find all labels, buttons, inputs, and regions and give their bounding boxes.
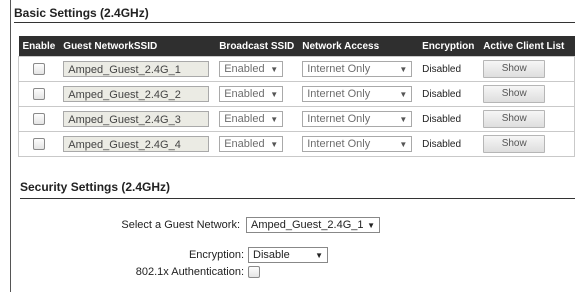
encryption-status: Disabled — [422, 64, 462, 75]
broadcast-ssid-select[interactable]: Enabled ▼ — [219, 86, 284, 102]
network-access-value: Internet Only — [307, 113, 371, 125]
network-access-value: Internet Only — [307, 88, 371, 100]
chevron-down-icon: ▼ — [315, 250, 323, 260]
col-header-access: Network Access — [298, 36, 419, 57]
col-header-encryption: Encryption — [418, 36, 480, 57]
enable-checkbox[interactable] — [33, 113, 46, 126]
select-guest-network-label: Select a Guest Network: — [121, 219, 240, 231]
ssid-field[interactable]: Amped_Guest_2.4G_2 — [63, 86, 210, 102]
guest-network-select-value: Amped_Guest_2.4G_1 — [251, 219, 364, 231]
ssid-field[interactable]: Amped_Guest_2.4G_3 — [63, 111, 210, 127]
encryption-status: Disabled — [422, 139, 462, 150]
network-access-value: Internet Only — [307, 138, 371, 150]
encryption-select[interactable]: Disable ▼ — [248, 247, 328, 263]
encryption-label: Encryption: — [188, 249, 244, 261]
broadcast-ssid-value: Enabled — [224, 63, 265, 75]
chevron-down-icon: ▼ — [270, 64, 279, 74]
enable-checkbox[interactable] — [33, 88, 46, 101]
col-header-enable: Enable — [18, 36, 60, 57]
encryption-select-value: Disable — [253, 249, 290, 261]
show-clients-button[interactable]: Show — [483, 135, 546, 153]
broadcast-ssid-value: Enabled — [224, 138, 265, 150]
enable-checkbox[interactable] — [33, 138, 46, 151]
chevron-down-icon: ▼ — [399, 64, 408, 74]
col-header-broadcast: Broadcast SSID — [215, 36, 299, 57]
chevron-down-icon: ▼ — [270, 114, 279, 124]
network-access-select[interactable]: Internet Only ▼ — [302, 61, 413, 77]
chevron-down-icon: ▼ — [367, 220, 375, 230]
chevron-down-icon: ▼ — [399, 114, 408, 124]
col-header-ssid: Guest NetworkSSID — [59, 36, 216, 57]
network-access-value: Internet Only — [307, 63, 371, 75]
broadcast-ssid-value: Enabled — [224, 113, 265, 125]
security-settings-title: Security Settings (2.4GHz) — [20, 180, 171, 194]
table-header-row: Enable Guest NetworkSSID Broadcast SSID … — [18, 36, 575, 57]
basic-settings-title: Basic Settings (2.4GHz) — [14, 6, 149, 20]
broadcast-ssid-select[interactable]: Enabled ▼ — [219, 61, 284, 77]
table-row: Amped_Guest_2.4G_2 Enabled ▼ Internet Onl… — [18, 81, 576, 107]
auth-8021x-label: 802.1x Authentication: — [135, 266, 244, 278]
encryption-status: Disabled — [422, 89, 462, 100]
ssid-field[interactable]: Amped_Guest_2.4G_1 — [63, 61, 210, 77]
basic-settings-divider — [14, 22, 575, 23]
show-clients-button[interactable]: Show — [483, 110, 546, 128]
ssid-field[interactable]: Amped_Guest_2.4G_4 — [63, 136, 210, 152]
table-row: Amped_Guest_2.4G_4 Enabled ▼ Internet Onl… — [18, 131, 576, 157]
security-settings-divider — [20, 198, 575, 199]
encryption-status: Disabled — [422, 114, 462, 125]
enable-checkbox[interactable] — [33, 63, 46, 76]
chevron-down-icon: ▼ — [270, 89, 279, 99]
show-clients-button[interactable]: Show — [483, 85, 546, 103]
chevron-down-icon: ▼ — [270, 139, 279, 149]
page-left-border — [10, 0, 11, 292]
network-access-select[interactable]: Internet Only ▼ — [302, 136, 413, 152]
chevron-down-icon: ▼ — [399, 139, 408, 149]
show-clients-button[interactable]: Show — [483, 60, 546, 78]
table-row: Amped_Guest_2.4G_1 Enabled ▼ Internet Onl… — [18, 56, 576, 82]
table-row: Amped_Guest_2.4G_3 Enabled ▼ Internet Onl… — [18, 106, 576, 132]
auth-8021x-checkbox[interactable] — [248, 266, 260, 278]
broadcast-ssid-value: Enabled — [224, 88, 265, 100]
guest-network-table: Enable Guest NetworkSSID Broadcast SSID … — [18, 36, 576, 157]
guest-network-select[interactable]: Amped_Guest_2.4G_1 ▼ — [246, 217, 380, 233]
network-access-select[interactable]: Internet Only ▼ — [302, 86, 413, 102]
broadcast-ssid-select[interactable]: Enabled ▼ — [219, 136, 284, 152]
chevron-down-icon: ▼ — [399, 89, 408, 99]
broadcast-ssid-select[interactable]: Enabled ▼ — [219, 111, 284, 127]
col-header-client-list: Active Client List — [479, 36, 575, 57]
network-access-select[interactable]: Internet Only ▼ — [302, 111, 413, 127]
